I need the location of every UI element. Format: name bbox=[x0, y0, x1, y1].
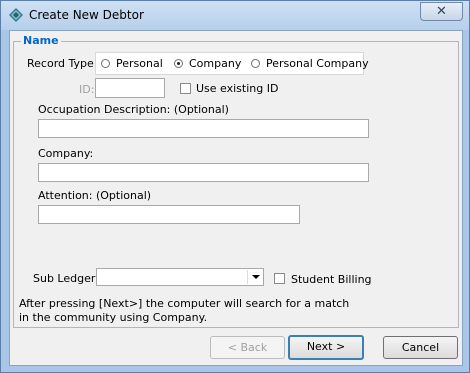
sub-ledger-label: Sub Ledger: bbox=[33, 272, 99, 285]
radio-company[interactable] bbox=[174, 59, 183, 68]
use-existing-id-label[interactable]: Use existing ID bbox=[196, 82, 278, 95]
id-label: ID: bbox=[79, 83, 95, 96]
next-button[interactable]: Next > bbox=[288, 335, 364, 360]
window-title: Create New Debtor bbox=[29, 8, 144, 22]
use-existing-id-checkbox[interactable] bbox=[180, 83, 191, 94]
id-input[interactable] bbox=[95, 78, 165, 98]
occupation-label: Occupation Description: (Optional) bbox=[38, 103, 229, 116]
company-label: Company: bbox=[38, 147, 94, 160]
title-bar[interactable]: Create New Debtor ✕ bbox=[1, 1, 469, 30]
sub-ledger-select[interactable] bbox=[96, 268, 264, 286]
close-button[interactable]: ✕ bbox=[420, 2, 463, 21]
radio-personal[interactable] bbox=[101, 59, 110, 68]
attention-label: Attention: (Optional) bbox=[38, 189, 152, 202]
record-type-label: Record Type: bbox=[27, 57, 98, 70]
radio-personal-label[interactable]: Personal bbox=[116, 57, 163, 70]
occupation-input[interactable] bbox=[38, 119, 369, 138]
diamond-app-icon bbox=[9, 8, 23, 22]
dialog-window: Create New Debtor ✕ Name Record Type: Pe… bbox=[0, 0, 470, 373]
student-billing-label[interactable]: Student Billing bbox=[291, 273, 372, 286]
info-text: After pressing [Next>] the computer will… bbox=[19, 297, 350, 324]
close-icon: ✕ bbox=[436, 4, 447, 19]
chevron-down-icon[interactable] bbox=[247, 270, 262, 284]
groupbox-legend: Name bbox=[21, 34, 61, 47]
dialog-client-area: Name Record Type: Personal Company Perso… bbox=[9, 30, 463, 366]
radio-company-label[interactable]: Company bbox=[189, 57, 241, 70]
student-billing-checkbox[interactable] bbox=[274, 273, 285, 284]
back-button[interactable]: < Back bbox=[210, 336, 285, 359]
company-input[interactable] bbox=[38, 163, 369, 182]
cancel-button[interactable]: Cancel bbox=[383, 336, 458, 359]
radio-personal-company-label[interactable]: Personal Company bbox=[266, 57, 369, 70]
radio-personal-company[interactable] bbox=[251, 59, 260, 68]
attention-input[interactable] bbox=[38, 205, 300, 224]
record-type-radio-group: Personal Company Personal Company bbox=[95, 52, 369, 75]
